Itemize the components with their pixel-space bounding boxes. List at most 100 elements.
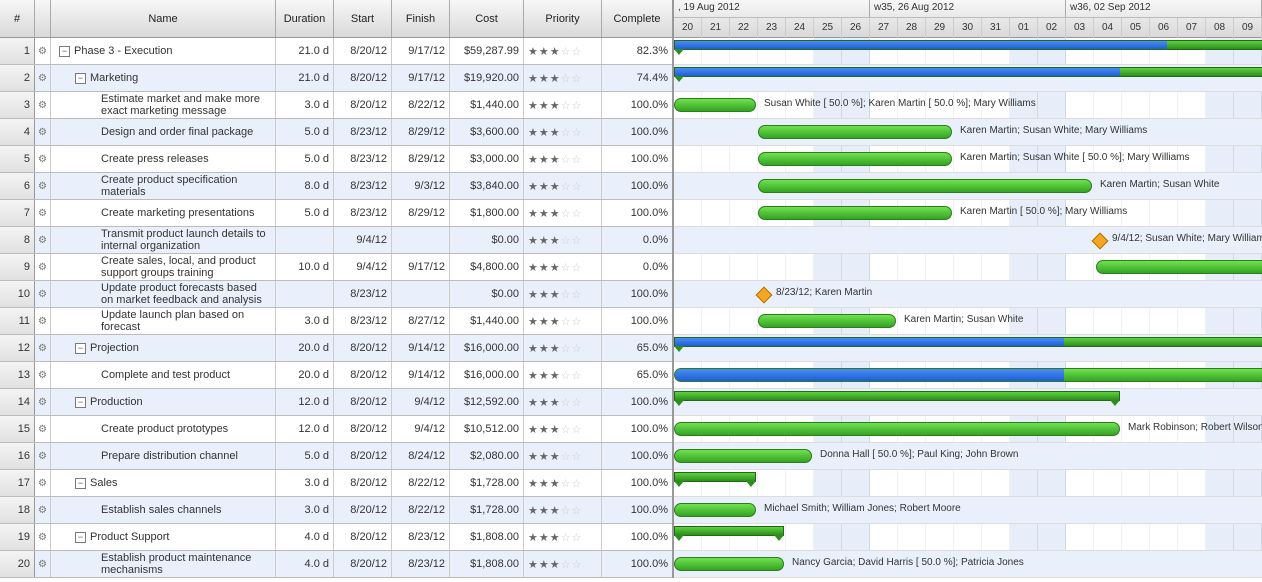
gantt-row[interactable]: Karen Martin [ 50.0 %]; Mary Williams	[674, 200, 1262, 227]
gantt-row[interactable]	[674, 524, 1262, 551]
cell-cost[interactable]: $12,592.00	[450, 389, 524, 415]
cell-name[interactable]: Estimate market and make more exact mark…	[51, 92, 276, 118]
cell-priority[interactable]: ★★★☆☆	[524, 281, 602, 307]
gantt-row[interactable]	[674, 254, 1262, 281]
cell-duration[interactable]: 3.0 d	[276, 92, 334, 118]
cell-finish[interactable]: 8/27/12	[392, 308, 450, 334]
cell-cost[interactable]: $1,800.00	[450, 200, 524, 226]
cell-cost[interactable]: $0.00	[450, 281, 524, 307]
cell-priority[interactable]: ★★★☆☆	[524, 38, 602, 64]
col-header-name[interactable]: Name	[51, 0, 276, 37]
cell-duration[interactable]: 21.0 d	[276, 65, 334, 91]
cell-name[interactable]: Design and order final package	[51, 119, 276, 145]
table-row[interactable]: 19⚙−Product Support4.0 d8/20/128/23/12$1…	[0, 524, 672, 551]
cell-cost[interactable]: $3,840.00	[450, 173, 524, 199]
col-header-finish[interactable]: Finish	[392, 0, 450, 37]
row-menu-icon[interactable]: ⚙	[35, 416, 51, 442]
cell-start[interactable]: 8/23/12	[334, 173, 392, 199]
table-row[interactable]: 9⚙Create sales, local, and product suppo…	[0, 254, 672, 281]
collapse-toggle[interactable]: −	[75, 397, 86, 408]
gantt-milestone[interactable]	[756, 287, 773, 304]
col-header-priority[interactable]: Priority	[524, 0, 602, 37]
table-row[interactable]: 10⚙Update product forecasts based on mar…	[0, 281, 672, 308]
gantt-summary-bar[interactable]	[674, 472, 756, 482]
cell-cost[interactable]: $1,440.00	[450, 92, 524, 118]
cell-cost[interactable]: $3,600.00	[450, 119, 524, 145]
cell-priority[interactable]: ★★★☆☆	[524, 92, 602, 118]
gantt-summary-bar[interactable]	[674, 391, 1120, 401]
gantt-row[interactable]: Karen Martin; Susan White	[674, 173, 1262, 200]
cell-name[interactable]: Create marketing presentations	[51, 200, 276, 226]
cell-priority[interactable]: ★★★☆☆	[524, 362, 602, 388]
cell-finish[interactable]: 9/4/12	[392, 416, 450, 442]
cell-cost[interactable]: $1,440.00	[450, 308, 524, 334]
cell-start[interactable]: 8/20/12	[334, 443, 392, 469]
cell-duration[interactable]: 20.0 d	[276, 335, 334, 361]
row-menu-icon[interactable]: ⚙	[35, 38, 51, 64]
row-menu-icon[interactable]: ⚙	[35, 119, 51, 145]
collapse-toggle[interactable]: −	[75, 343, 86, 354]
cell-cost[interactable]: $1,808.00	[450, 551, 524, 577]
table-row[interactable]: 15⚙Create product prototypes12.0 d8/20/1…	[0, 416, 672, 443]
row-menu-icon[interactable]: ⚙	[35, 173, 51, 199]
table-row[interactable]: 3⚙Estimate market and make more exact ma…	[0, 92, 672, 119]
table-row[interactable]: 12⚙−Projection20.0 d8/20/129/14/12$16,00…	[0, 335, 672, 362]
cell-duration[interactable]: 4.0 d	[276, 524, 334, 550]
table-row[interactable]: 13⚙Complete and test product20.0 d8/20/1…	[0, 362, 672, 389]
gantt-milestone[interactable]	[1092, 233, 1109, 250]
gantt-task-bar[interactable]	[674, 368, 1262, 382]
row-menu-icon[interactable]: ⚙	[35, 389, 51, 415]
row-menu-icon[interactable]: ⚙	[35, 92, 51, 118]
table-row[interactable]: 14⚙−Production12.0 d8/20/129/4/12$12,592…	[0, 389, 672, 416]
row-menu-icon[interactable]: ⚙	[35, 65, 51, 91]
gantt-summary-bar[interactable]	[674, 526, 784, 536]
cell-cost[interactable]: $1,728.00	[450, 497, 524, 523]
row-menu-icon[interactable]: ⚙	[35, 362, 51, 388]
cell-complete[interactable]: 0.0%	[602, 254, 672, 280]
cell-priority[interactable]: ★★★☆☆	[524, 227, 602, 253]
col-header-number[interactable]: #	[0, 0, 35, 37]
cell-finish[interactable]: 8/22/12	[392, 470, 450, 496]
row-menu-icon[interactable]: ⚙	[35, 497, 51, 523]
cell-complete[interactable]: 100.0%	[602, 281, 672, 307]
cell-priority[interactable]: ★★★☆☆	[524, 443, 602, 469]
cell-priority[interactable]: ★★★☆☆	[524, 551, 602, 577]
table-row[interactable]: 18⚙Establish sales channels3.0 d8/20/128…	[0, 497, 672, 524]
cell-priority[interactable]: ★★★☆☆	[524, 416, 602, 442]
gantt-row[interactable]	[674, 65, 1262, 92]
cell-start[interactable]: 8/20/12	[334, 362, 392, 388]
cell-start[interactable]: 8/20/12	[334, 416, 392, 442]
cell-name[interactable]: −Projection	[51, 335, 276, 361]
cell-start[interactable]: 8/20/12	[334, 389, 392, 415]
table-row[interactable]: 4⚙Design and order final package5.0 d8/2…	[0, 119, 672, 146]
cell-duration[interactable]: 3.0 d	[276, 470, 334, 496]
cell-complete[interactable]: 65.0%	[602, 362, 672, 388]
cell-finish[interactable]: 8/23/12	[392, 551, 450, 577]
row-menu-icon[interactable]: ⚙	[35, 200, 51, 226]
gantt-row[interactable]: Karen Martin; Susan White [ 50.0 %]; Mar…	[674, 146, 1262, 173]
cell-name[interactable]: Create sales, local, and product support…	[51, 254, 276, 280]
gantt-task-bar[interactable]	[758, 152, 952, 166]
cell-start[interactable]: 8/20/12	[334, 497, 392, 523]
gantt-row[interactable]: Donna Hall [ 50.0 %]; Paul King; John Br…	[674, 443, 1262, 470]
table-row[interactable]: 20⚙Establish product maintenance mechani…	[0, 551, 672, 578]
cell-start[interactable]: 8/20/12	[334, 38, 392, 64]
col-header-cost[interactable]: Cost	[450, 0, 524, 37]
cell-start[interactable]: 8/20/12	[334, 335, 392, 361]
cell-start[interactable]: 8/20/12	[334, 65, 392, 91]
cell-start[interactable]: 8/23/12	[334, 200, 392, 226]
cell-start[interactable]: 8/20/12	[334, 470, 392, 496]
cell-name[interactable]: Update launch plan based on forecast	[51, 308, 276, 334]
gantt-task-bar[interactable]	[758, 314, 896, 328]
cell-complete[interactable]: 100.0%	[602, 551, 672, 577]
cell-complete[interactable]: 100.0%	[602, 119, 672, 145]
cell-complete[interactable]: 100.0%	[602, 173, 672, 199]
cell-start[interactable]: 8/23/12	[334, 119, 392, 145]
cell-duration[interactable]: 12.0 d	[276, 389, 334, 415]
gantt-row[interactable]: Michael Smith; William Jones; Robert Moo…	[674, 497, 1262, 524]
cell-duration[interactable]: 10.0 d	[276, 254, 334, 280]
cell-complete[interactable]: 100.0%	[602, 200, 672, 226]
cell-complete[interactable]: 0.0%	[602, 227, 672, 253]
gantt-task-bar[interactable]	[758, 179, 1092, 193]
cell-name[interactable]: Update product forecasts based on market…	[51, 281, 276, 307]
